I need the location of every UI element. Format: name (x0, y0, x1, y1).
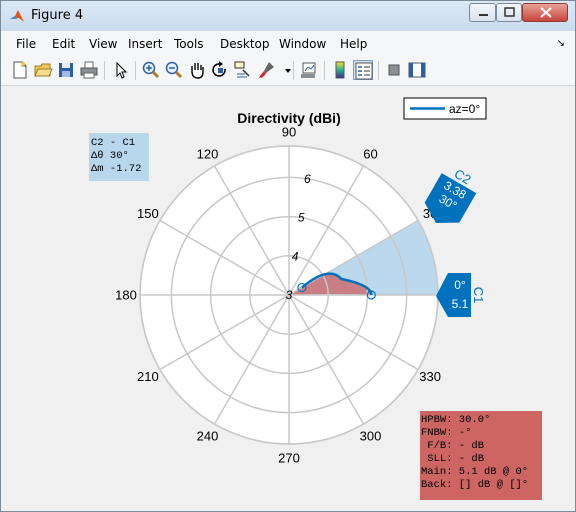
toolbar-separator (293, 61, 294, 80)
marker-c1-value: 5.1 (452, 297, 469, 311)
legend-box[interactable]: az=0° (403, 97, 487, 120)
radial-tick-label: 3 (286, 288, 293, 302)
title-bar: Figure 4 (1, 1, 575, 31)
toolbar (1, 55, 575, 86)
close-button[interactable] (522, 3, 568, 22)
menu-help[interactable]: Help (340, 37, 367, 51)
metric-main: Main: 5.1 dB @ 0° (421, 466, 528, 478)
angle-tick-label: 120 (197, 146, 219, 161)
brush-icon[interactable] (257, 60, 277, 80)
pointer-icon[interactable] (111, 60, 131, 80)
angle-tick-label: 300 (360, 429, 382, 444)
hide-plot-tools-icon[interactable] (384, 60, 404, 80)
menu-bar: File Edit View Insert Tools Desktop Wind… (1, 31, 575, 55)
metric-back: Back: [] dB @ []° (421, 479, 528, 491)
angle-tick-label: 180 (115, 288, 137, 303)
angle-tick-label: 270 (278, 451, 300, 466)
zoom-out-icon[interactable] (164, 60, 184, 80)
data-cursor-icon[interactable] (233, 60, 253, 80)
metric-sll: SLL: - dB (421, 453, 484, 465)
show-plot-tools-icon[interactable] (407, 60, 427, 80)
plot-title: Directivity (dBi) (237, 110, 340, 126)
save-icon[interactable] (56, 60, 76, 80)
dock-arrow-icon[interactable]: ↘ (557, 38, 565, 49)
metric-hpbw: HPBW: 30.0° (421, 414, 490, 426)
menu-view[interactable]: View (89, 37, 117, 51)
radial-tick-label: 4 (292, 249, 299, 263)
figure-canvas: 0306090120150180210240270300330 3456 Dir… (9, 87, 569, 505)
link-plot-icon[interactable] (299, 60, 319, 80)
angle-tick-label: 210 (137, 369, 159, 384)
menu-window[interactable]: Window (279, 37, 326, 51)
marker-c2-label[interactable]: 30° 3.38 C2 (419, 160, 484, 233)
legend-label: az=0° (449, 102, 480, 116)
delta-line-3: Δm -1.72 (91, 163, 141, 175)
radial-tick-label: 5 (298, 211, 305, 225)
polar-plot[interactable]: 0306090120150180210240270300330 3456 Dir… (9, 87, 569, 505)
delta-info-box: C2 - C1 Δθ 30° Δm -1.72 (89, 133, 149, 181)
minimize-button[interactable] (469, 3, 496, 22)
marker-c1-name: C1 (471, 287, 486, 304)
menu-insert[interactable]: Insert (128, 37, 162, 51)
maximize-button[interactable] (496, 3, 522, 22)
metric-fb: F/B: - dB (421, 440, 484, 452)
angle-tick-label: 90 (282, 125, 296, 140)
toolbar-separator (324, 61, 325, 80)
angle-tick-label: 330 (419, 369, 441, 384)
marker-c1-label[interactable]: 0° 5.1 C1 (436, 273, 486, 317)
pan-icon[interactable] (187, 60, 207, 80)
figure-window: Figure 4 File Edit View Insert Tools Des… (0, 0, 576, 512)
menu-file[interactable]: File (16, 37, 36, 51)
new-figure-icon[interactable] (10, 60, 30, 80)
angle-tick-label: 60 (363, 146, 377, 161)
angle-tick-label: 240 (197, 429, 219, 444)
marker-c1-angle: 0° (454, 278, 466, 292)
menu-tools[interactable]: Tools (174, 37, 204, 51)
toolbar-separator (135, 61, 136, 80)
pattern-metrics-box: HPBW: 30.0° FNBW: -° F/B: - dB SLL: - dB… (420, 411, 542, 500)
menu-desktop[interactable]: Desktop (220, 37, 270, 51)
brush-dropdown-icon[interactable] (278, 60, 291, 80)
menu-edit[interactable]: Edit (52, 37, 75, 51)
rotate-icon[interactable] (210, 60, 230, 80)
toolbar-separator (104, 61, 105, 80)
print-icon[interactable] (79, 60, 99, 80)
metric-fnbw: FNBW: -° (421, 427, 471, 439)
open-file-icon[interactable] (33, 60, 53, 80)
matlab-icon (9, 8, 25, 24)
angle-tick-label: 150 (137, 206, 159, 221)
radial-tick-label: 6 (304, 172, 311, 186)
legend-icon[interactable] (353, 60, 373, 80)
colorbar-icon[interactable] (330, 60, 350, 80)
delta-line-2: Δθ 30° (91, 150, 129, 162)
zoom-in-icon[interactable] (141, 60, 161, 80)
delta-line-1: C2 - C1 (91, 137, 135, 149)
toolbar-separator (378, 61, 379, 80)
window-title: Figure 4 (31, 8, 84, 23)
